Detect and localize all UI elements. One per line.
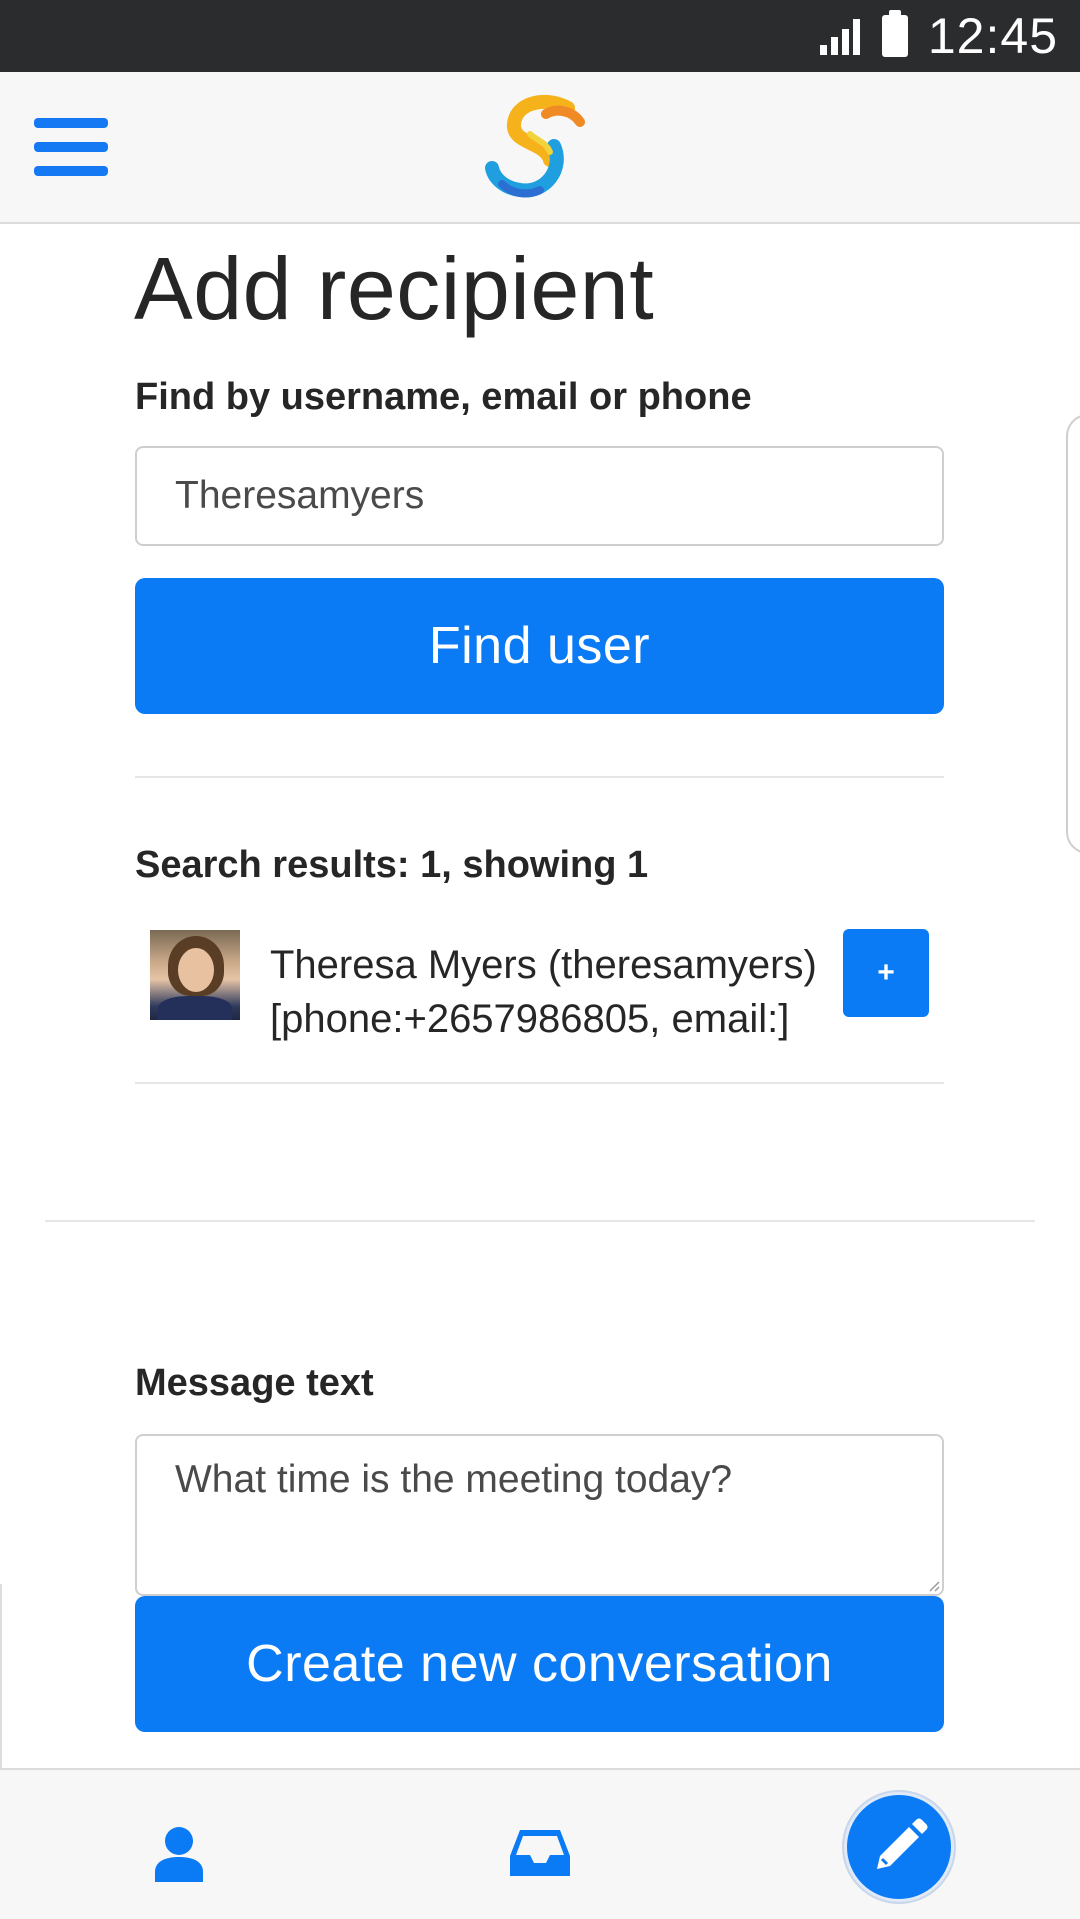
signal-icon [819,17,860,55]
resize-handle-icon[interactable] [928,1580,940,1592]
main-content: Add recipient Find by username, email or… [0,224,1080,1770]
divider [135,1082,944,1084]
edge-panel-handle[interactable] [1066,414,1080,854]
hamburger-menu-icon[interactable] [34,114,108,180]
message-label: Message text [135,1362,374,1404]
divider [135,776,944,778]
edge-line [0,1584,2,1770]
inbox-icon[interactable] [510,1828,570,1878]
result-details: [phone:+2657986805, email:] [270,997,790,1041]
compose-pencil-icon [877,1818,928,1869]
result-name: Theresa Myers (theresamyers) [270,943,817,987]
search-input[interactable] [135,446,944,546]
search-result-row: Theresa Myers (theresamyers) [phone:+265… [135,924,944,1054]
status-time: 12:45 [927,8,1058,64]
add-recipient-button[interactable]: + [843,929,929,1017]
results-summary: Search results: 1, showing 1 [135,844,649,886]
profile-icon[interactable] [152,1826,206,1882]
result-text: Theresa Myers (theresamyers) [phone:+265… [270,938,830,1046]
battery-icon [881,10,908,57]
compose-button[interactable] [844,1792,954,1902]
status-bar: 12:45 [0,0,1080,72]
search-label: Find by username, email or phone [135,376,752,418]
page-title: Add recipient [134,239,655,338]
message-textarea[interactable]: What time is the meeting today? [135,1434,944,1596]
bottom-nav [0,1768,1080,1919]
swirl-logo[interactable] [476,94,604,204]
create-conversation-button[interactable]: Create new conversation [135,1596,944,1732]
avatar [150,930,240,1020]
top-nav [0,72,1080,224]
section-divider [45,1220,1035,1222]
find-user-button[interactable]: Find user [135,578,944,714]
